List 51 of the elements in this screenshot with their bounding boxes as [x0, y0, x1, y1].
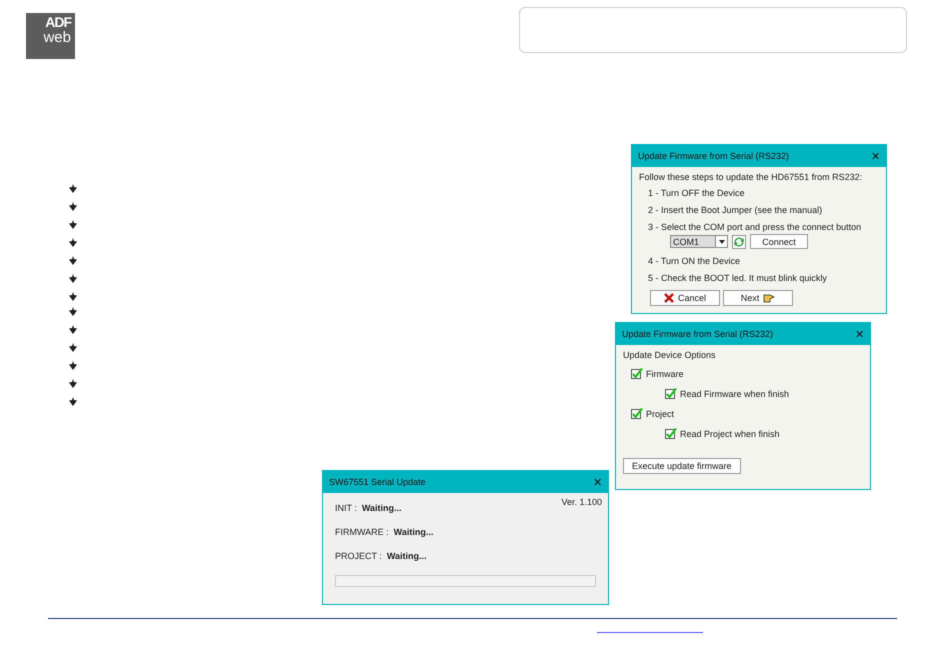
logo-subtext: web: [43, 30, 71, 45]
execute-button[interactable]: Execute update firmware: [623, 458, 741, 474]
step-text: 1 - Turn OFF the Device: [648, 188, 746, 198]
bullet-icon: [69, 325, 77, 334]
logo-text: ADF: [45, 14, 71, 30]
bullet-icon: [69, 256, 77, 265]
bullet-icon: [69, 292, 77, 301]
bullet-icon: [69, 184, 77, 193]
status-label: PROJECT :: [335, 551, 382, 561]
bullet-icon: [69, 274, 77, 283]
step-text: 3 - Select the COM port and press the connect button: [648, 222, 862, 232]
close-button[interactable]: ✕: [593, 476, 602, 488]
step-text: 2 - Insert the Boot Jumper (see the manual): [648, 205, 824, 215]
port-dropdown[interactable]: COM1: [670, 235, 728, 248]
bullet-icon: [69, 307, 77, 316]
checkbox-label: Firmware: [646, 369, 684, 379]
close-button[interactable]: ✕: [855, 328, 864, 340]
checkbox-label: Read Firmware when finish: [680, 389, 790, 399]
cross-icon: [664, 293, 674, 303]
step-text: 4 - Turn ON the Device: [648, 256, 742, 266]
checkbox[interactable]: [631, 368, 643, 380]
dropdown-arrow-icon: [718, 240, 724, 244]
checkbox[interactable]: [631, 408, 643, 420]
bullet-icon: [69, 220, 77, 229]
step-text: 5 - Check the BOOT led. It must blink quickly: [648, 273, 828, 283]
window-title: Update Firmware from Serial (RS232): [622, 329, 774, 339]
refresh-icon[interactable]: [732, 234, 746, 248]
status-value: Waiting...: [362, 503, 402, 513]
dialog-button[interactable]: Cancel: [650, 290, 720, 306]
bullet-icon: [69, 202, 77, 211]
status-value: Waiting...: [394, 527, 434, 537]
checkbox-label: Project: [646, 409, 674, 419]
status-value: Waiting...: [386, 551, 427, 561]
status-label: INIT :: [335, 503, 357, 513]
checkbox[interactable]: [665, 428, 677, 440]
bullet-icon: [69, 379, 77, 388]
bullet-icon: [69, 361, 77, 370]
checkbox-label: Read Project when finish: [680, 429, 780, 439]
window-title: Update Firmware from Serial (RS232): [638, 151, 790, 161]
bullet-icon: [69, 343, 77, 352]
status-label: FIRMWARE :: [335, 527, 389, 537]
bullet-icon: [69, 397, 77, 406]
section-heading: Update Device Options: [623, 350, 717, 360]
version-text: Ver. 1.100: [561, 497, 602, 507]
checkbox[interactable]: [665, 388, 677, 400]
window-title: SW67551 Serial Update: [329, 477, 426, 487]
bullet-icon: [69, 238, 77, 247]
dialog-button[interactable]: Next: [723, 290, 793, 306]
connect-button[interactable]: Connect: [750, 234, 808, 249]
close-button[interactable]: ✕: [871, 150, 880, 162]
instruction-text: Follow these steps to update the HD67551 from RS232:: [639, 172, 864, 182]
